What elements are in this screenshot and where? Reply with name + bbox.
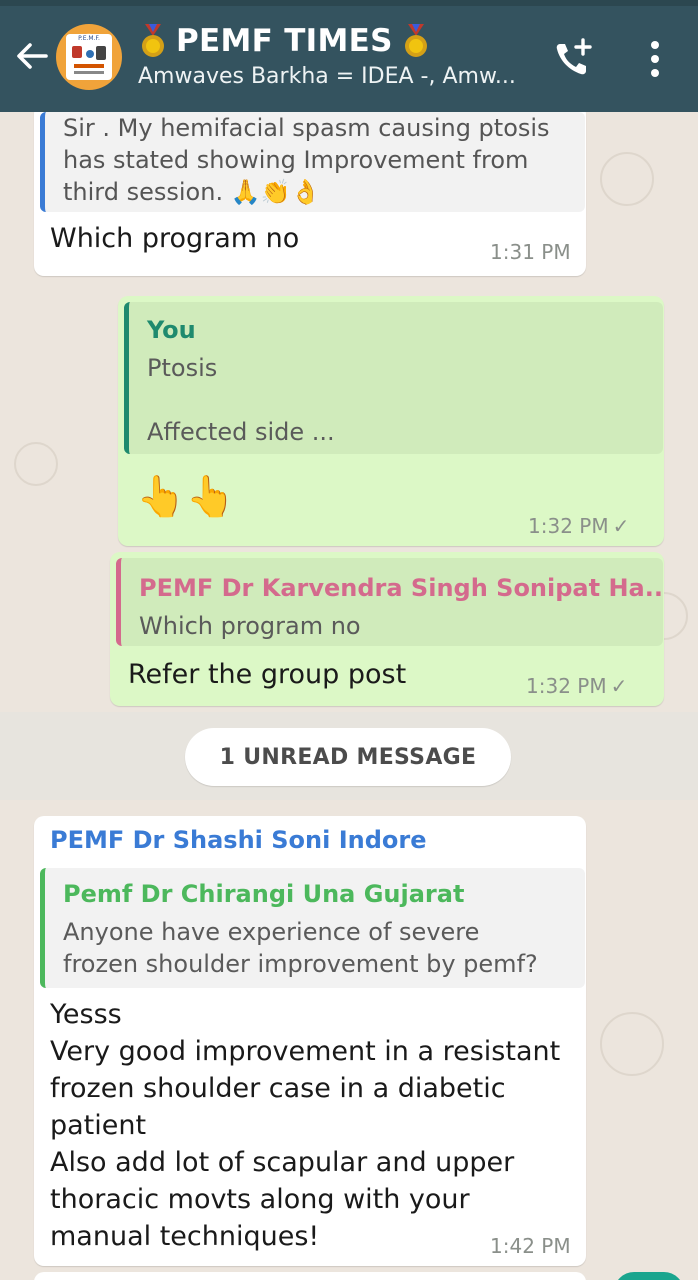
message-time: 1:42 PM (490, 1234, 571, 1258)
quoted-message[interactable]: Sir . My hemifacial spasm causing ptosis… (40, 112, 585, 212)
chat-header: P.E.M.F. PEMF TIMES Amwaves Barkha = IDE… (0, 0, 698, 112)
avatar-logo: P.E.M.F. (66, 34, 112, 80)
message-bubble-incoming[interactable]: Sir . My hemifacial spasm causing ptosis… (34, 112, 586, 276)
quoted-message[interactable]: PEMF Dr Karvendra Singh Sonipat Ha... Wh… (116, 558, 663, 646)
back-arrow-icon[interactable] (12, 36, 52, 76)
scroll-to-bottom-button[interactable] (614, 1272, 684, 1280)
medal-icon (142, 24, 164, 57)
chat-title[interactable]: PEMF TIMES (140, 20, 540, 62)
message-text: Which program no (50, 223, 300, 254)
avatar-logo-text: P.E.M.F. (78, 35, 100, 42)
message-text: Refer the group post (128, 659, 407, 690)
quoted-message[interactable]: Pemf Dr Chirangi Una Gujarat Anyone have… (40, 868, 585, 988)
quoted-sender: Pemf Dr Chirangi Una Gujarat (63, 880, 465, 908)
sent-check-icon: ✓ (610, 674, 628, 698)
sent-check-icon: ✓ (612, 514, 630, 538)
quoted-text: Ptosis Affected side ... (147, 354, 335, 446)
message-bubble-incoming[interactable]: PEMF Dr Shashi Soni Indore Pemf Dr Chira… (34, 816, 586, 1266)
quoted-message[interactable]: You Ptosis Affected side ... (124, 302, 663, 454)
message-time: 1:32 PM ✓ (526, 674, 627, 698)
status-bar (0, 0, 698, 6)
message-bubble-outgoing[interactable]: PEMF Dr Karvendra Singh Sonipat Ha... Wh… (110, 552, 664, 706)
quoted-sender: PEMF Dr Karvendra Singh Sonipat Ha... (139, 574, 663, 602)
group-avatar[interactable]: P.E.M.F. (56, 24, 122, 90)
more-options-icon[interactable] (640, 36, 670, 82)
unread-messages-badge: 1 UNREAD MESSAGE (185, 728, 511, 786)
quoted-text: Which program no (139, 612, 361, 640)
quoted-sender: You (147, 316, 196, 344)
next-message-peek (34, 1272, 586, 1280)
time-text: 1:32 PM (526, 674, 607, 698)
message-sender[interactable]: PEMF Dr Shashi Soni Indore (50, 826, 427, 854)
time-text: 1:32 PM (528, 514, 609, 538)
unread-divider: 1 UNREAD MESSAGE (0, 712, 698, 800)
quoted-text: Sir . My hemifacial spasm causing ptosis… (63, 114, 550, 206)
group-members-subtitle[interactable]: Amwaves Barkha = IDEA -, Amw... (138, 64, 538, 98)
chat-title-text: PEMF TIMES (176, 23, 393, 59)
chat-area[interactable]: Sir . My hemifacial spasm causing ptosis… (0, 112, 698, 1280)
message-text: Yesss Very good improvement in a resista… (50, 999, 561, 1252)
add-call-icon[interactable] (550, 36, 596, 82)
message-emoji: 👆👆 (136, 474, 236, 520)
quoted-text: Anyone have experience of severe frozen … (63, 918, 538, 978)
medal-icon (404, 24, 427, 57)
message-bubble-outgoing[interactable]: You Ptosis Affected side ... 👆👆 1:32 PM ✓ (118, 296, 664, 546)
message-time: 1:31 PM (490, 240, 571, 264)
message-time: 1:32 PM ✓ (528, 514, 629, 538)
